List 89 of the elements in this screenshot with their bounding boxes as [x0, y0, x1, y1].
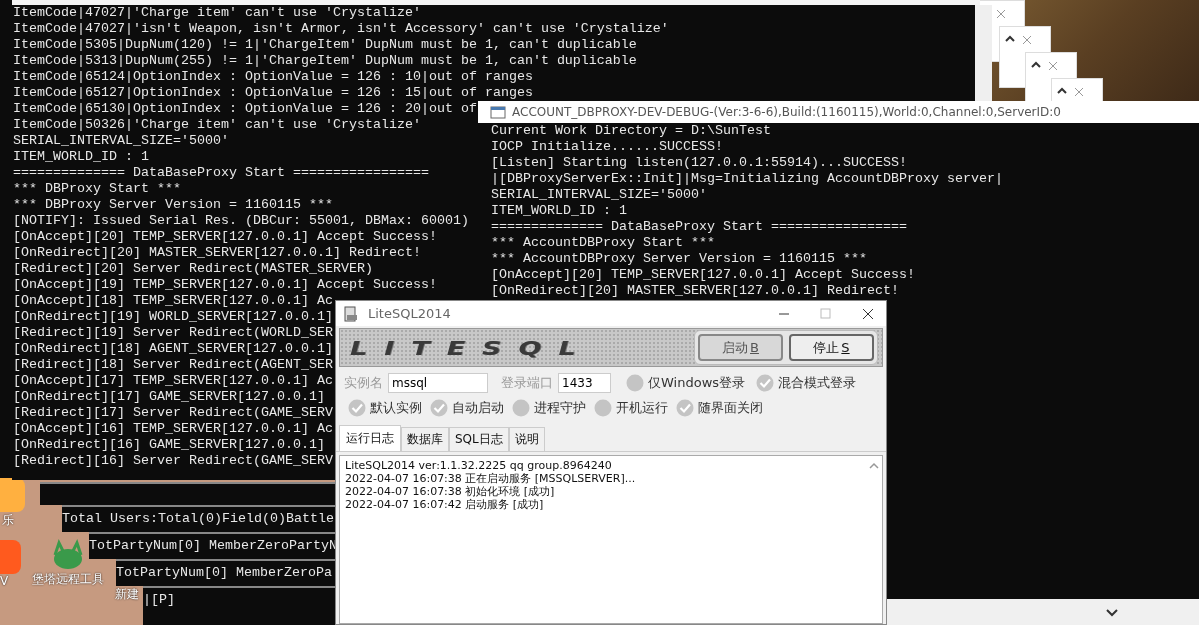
console-line: ItemCode|65127|OptionIndex : OptionValue = 126 : 15|out of ranges	[12, 85, 533, 101]
log-line: 2022-04-07 16:07:38 正在启动服务 [MSSQLSERVER]...	[345, 472, 637, 485]
console-line: TotPartyNum[0] MemberZeroPa	[116, 565, 332, 581]
console-line: IOCP Initialize......SUCCESS!	[490, 139, 723, 155]
option-label: 混合模式登录	[778, 374, 857, 392]
console-line: [OnRedirect][20] MASTER_SERVER[127.0.0.1] Redirect!	[490, 283, 899, 299]
option-label: 仅Windows登录	[648, 374, 746, 392]
console-line: ItemCode|5305|DupNum(120) != 1|'ChargeItem' DupNum must be 1, can't duplicable	[12, 37, 637, 53]
icon-label: 堡塔远程工具	[32, 571, 104, 588]
console-line: [OnRedirect][18] AGENT_SERVER[127.0.0.1]	[12, 341, 333, 357]
console-line: Total Users:Total(0)Field(0)Battle	[62, 511, 334, 527]
option-label: 默认实例	[370, 399, 422, 417]
checkbox[interactable]	[430, 399, 448, 417]
option-label: 开机运行	[616, 399, 668, 417]
scrollbar[interactable]	[975, 5, 992, 101]
console-line: [Redirect][16] Server Redirect(GAME_SERV	[12, 453, 333, 469]
console-line: *** AccountDBProxy Server Version = 1160115 ***	[490, 251, 867, 267]
radio-button[interactable]	[756, 374, 775, 392]
console-line: TotPartyNum[0] MemberZeroPartyN	[89, 538, 337, 554]
console-line: ============== DataBaseProxy Start =================	[490, 219, 907, 235]
console-line: [Listen] Starting listen(127.0.0.1:55914)...SUCCESS!	[490, 155, 907, 171]
checkbox[interactable]	[512, 399, 530, 417]
caret-icon[interactable]	[1105, 607, 1119, 617]
stop-button[interactable]: 停止 S	[789, 334, 874, 361]
scroll-up-icon[interactable]	[1004, 33, 1016, 43]
input-field[interactable]: mssql	[388, 373, 488, 393]
console-line: [Redirect][18] Server Redirect(AGENT_SER	[12, 357, 333, 373]
database-icon	[342, 304, 360, 323]
console-line: [OnRedirect][19] WORLD_SERVER[127.0.0.1]	[12, 309, 333, 325]
icon-label: 新建	[115, 586, 139, 603]
window-title: ACCOUNT_DBPROXY-DEV-DEBUG-(Ver:3-6-6),Build:(1160115),World:0,Channel:0,ServerID:0	[512, 105, 1061, 119]
console-line: ItemCode|65130|OptionIndex : OptionValue = 126 : 20|out of	[12, 101, 477, 117]
console-line: ITEM_WORLD_ID : 1	[490, 203, 627, 219]
console-line: ItemCode|47027|'Charge item' can't use 'Crystalize'	[12, 5, 421, 21]
console-app-icon	[490, 104, 506, 120]
tab[interactable]: 数据库	[401, 427, 449, 451]
scroll-up-icon[interactable]	[1030, 59, 1042, 69]
field-label: 登录端口	[501, 374, 553, 392]
plant-logo-icon[interactable]	[51, 537, 85, 571]
console-line: [NOTIFY]: Issued Serial Res. (DBCur: 55001, DBMax: 60001)	[12, 213, 469, 229]
console-line: |[P]	[143, 592, 175, 608]
tab[interactable]: SQL日志	[449, 427, 509, 451]
log-line: 2022-04-07 16:07:38 初始化环境 [成功]	[345, 485, 556, 498]
checkbox[interactable]	[676, 399, 694, 417]
console-line: [Redirect][20] Server Redirect(MASTER_SERVER)	[12, 261, 373, 277]
console-line: ItemCode|65124|OptionIndex : OptionValue = 126 : 10|out of ranges	[12, 69, 533, 85]
checkbox[interactable]	[594, 399, 612, 417]
log-line: LiteSQL2014 ver:1.1.32.2225 qq group.8964240	[345, 459, 613, 472]
option-label: 随界面关闭	[698, 399, 763, 417]
maximize-icon[interactable]	[820, 307, 832, 320]
checkbox[interactable]	[348, 399, 366, 417]
console-line: ItemCode|50326|'Charge item' can't use 'Crystalize'	[12, 117, 421, 133]
console-line: Current Work Directory = D:\SunTest	[490, 123, 771, 139]
input-field[interactable]: 1433	[558, 373, 611, 393]
console-line: SERIAL_INTERVAL_SIZE='5000'	[490, 187, 707, 203]
tab[interactable]: 运行日志	[339, 425, 401, 451]
console-line: ============== DataBaseProxy Start =================	[12, 165, 429, 181]
option-label: 进程守护	[534, 399, 586, 417]
console-line: ItemCode|47027|'isn't Weapon, isn't Armor, isn't Accessory' can't use 'Crystalize'	[12, 21, 669, 37]
console-line: [Redirect][19] Server Redirect(WORLD_SER	[12, 325, 333, 341]
console-line: ItemCode|5313|DupNum(255) != 1|'ChargeItem' DupNum must be 1, can't duplicable	[12, 53, 637, 69]
console-line: *** AccountDBProxy Start ***	[490, 235, 715, 251]
radio-button[interactable]	[626, 374, 644, 392]
console-line: [OnRedirect][20] MASTER_SERVER[127.0.0.1] Redirect!	[12, 245, 421, 261]
log-line: 2022-04-07 16:07:42 启动服务 [成功]	[345, 498, 545, 511]
tab[interactable]: 说明	[508, 427, 545, 451]
console-line: [OnAccept][16] TEMP_SERVER[127.0.0.1] Ac	[12, 421, 333, 437]
close-icon[interactable]	[862, 307, 874, 320]
console-line: [OnAccept][20] TEMP_SERVER[127.0.0.1] Accept Success!	[12, 229, 437, 245]
console-line: ITEM_WORLD_ID : 1	[12, 149, 149, 165]
console-line: *** DBProxy Start ***	[12, 181, 181, 197]
icon-label: 乐	[2, 512, 14, 529]
console-line: |[DBProxyServerEx::Init]|Msg=Initializing AccountDBProxy server|	[490, 171, 1003, 187]
window-title: LiteSQL2014	[368, 306, 452, 321]
field-label: 实例名	[344, 374, 383, 392]
console-line: *** DBProxy Server Version = 1160115 ***	[12, 197, 333, 213]
console-line: SERIAL_INTERVAL_SIZE='5000'	[12, 133, 229, 149]
console-line: [OnAccept][20] TEMP_SERVER[127.0.0.1] Accept Success!	[490, 267, 915, 283]
console-line: [Redirect][17] Server Redirect(GAME_SERV	[12, 405, 333, 421]
app-icon[interactable]	[0, 478, 25, 512]
app-logo: LITESQL	[350, 335, 593, 360]
console-line: [OnRedirect][16] GAME_SERVER[127.0.0.1]	[12, 437, 325, 453]
console-line: [OnAccept][18] TEMP_SERVER[127.0.0.1] Ac	[12, 293, 333, 309]
console-line: [OnRedirect][17] GAME_SERVER[127.0.0.1]	[12, 389, 325, 405]
option-label: 自动启动	[452, 399, 504, 417]
console-line: [OnAccept][17] TEMP_SERVER[127.0.0.1] Ac	[12, 373, 333, 389]
icon-label: V	[0, 574, 9, 588]
scroll-up-icon[interactable]	[1056, 85, 1068, 95]
console-line: [OnAccept][19] TEMP_SERVER[127.0.0.1] Accept Success!	[12, 277, 437, 293]
